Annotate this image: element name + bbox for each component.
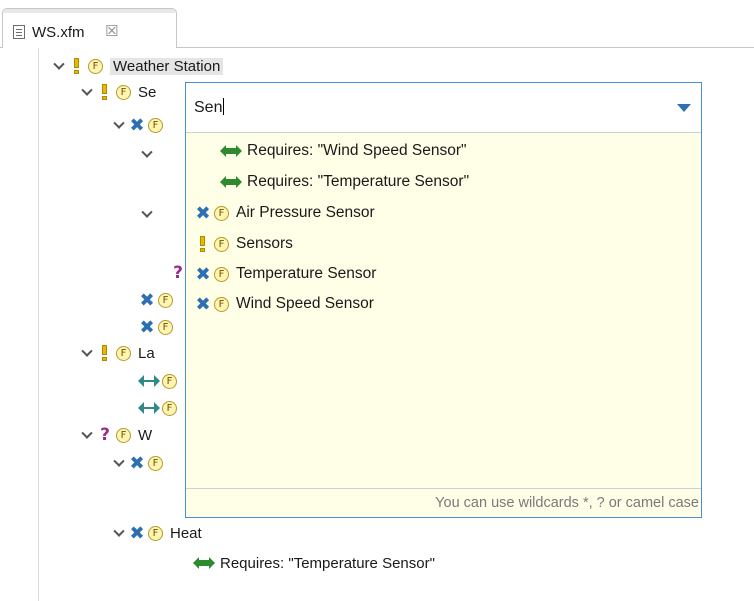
tree-label-w: W <box>138 426 153 444</box>
tree-label-root: Weather Station <box>110 57 224 75</box>
feature-icon: F <box>116 84 131 100</box>
tree-row-la[interactable]: F La <box>78 342 155 364</box>
tree-row-opt-a[interactable]: ✖ F <box>138 289 180 311</box>
result-label: Requires: "Temperature Sensor" <box>247 173 470 190</box>
optional-x-icon: ✖ <box>139 316 155 338</box>
editor-tab-bar: WS.xfm ☒ <box>0 0 754 48</box>
requires-arrow-icon <box>193 557 215 569</box>
tree-row-w-child[interactable]: ✖ F <box>110 452 170 474</box>
result-item[interactable]: ✖ F Air Pressure Sensor <box>194 200 375 226</box>
search-input[interactable]: Sen <box>186 83 701 133</box>
feature-icon: F <box>116 345 131 361</box>
requires-arrow-icon <box>220 145 242 157</box>
feature-icon: F <box>214 266 229 282</box>
tree-label-la: La <box>138 344 155 362</box>
optional-x-icon: ✖ <box>129 522 145 544</box>
feature-model-file-icon <box>13 25 25 39</box>
feature-icon: F <box>148 455 163 471</box>
editor-tab-ws[interactable]: WS.xfm ☒ <box>2 8 177 48</box>
optional-x-icon: ✖ <box>139 289 155 311</box>
tree-row-chevron-b[interactable] <box>138 203 156 225</box>
chevron-down-icon[interactable] <box>138 207 156 222</box>
chevron-down-icon[interactable] <box>78 85 96 100</box>
feature-icon: F <box>214 296 229 312</box>
result-item[interactable]: Requires: "Wind Speed Sensor" <box>220 138 467 164</box>
result-label: Sensors <box>236 235 293 252</box>
chevron-down-icon[interactable] <box>110 118 128 133</box>
result-item[interactable]: Requires: "Temperature Sensor" <box>220 169 469 195</box>
chevron-down-icon[interactable] <box>110 526 128 541</box>
feature-icon: F <box>214 236 229 252</box>
tree-row-root[interactable]: F Weather Station <box>50 55 224 77</box>
tree-row-heat[interactable]: ✖ F Heat <box>110 522 202 544</box>
tree-row-link-b[interactable]: F <box>138 397 184 419</box>
tab-title: WS.xfm <box>32 24 85 41</box>
result-item[interactable]: ✖ F Wind Speed Sensor <box>194 291 374 317</box>
tree-label-heat: Heat <box>170 524 202 542</box>
mandatory-exclamation-icon <box>96 343 114 363</box>
feature-icon: F <box>148 117 163 133</box>
tree-row-chevron-a[interactable] <box>138 143 156 165</box>
dropdown-triangle-icon[interactable] <box>677 104 691 112</box>
tree-row-link-a[interactable]: F <box>138 370 184 392</box>
feature-icon: F <box>116 427 131 443</box>
feature-icon: F <box>88 58 103 74</box>
chevron-down-icon[interactable] <box>50 59 68 74</box>
chevron-down-icon[interactable] <box>78 428 96 443</box>
feature-icon: F <box>162 400 177 416</box>
result-label: Wind Speed Sensor <box>236 295 374 312</box>
result-item[interactable]: F Sensors <box>194 231 293 257</box>
tree-label-sensors: Se <box>138 83 157 101</box>
feature-icon: F <box>162 373 177 389</box>
tree-row-opt-b[interactable]: ✖ F <box>138 316 180 338</box>
text-caret <box>223 98 225 115</box>
tree-row-child[interactable]: ✖ F <box>110 114 170 136</box>
result-label: Requires: "Wind Speed Sensor" <box>247 142 467 159</box>
mandatory-exclamation-icon <box>68 56 86 76</box>
editor-left-border <box>38 48 39 601</box>
optional-x-icon: ✖ <box>195 293 211 315</box>
optional-x-icon: ✖ <box>129 114 145 136</box>
mandatory-exclamation-icon <box>96 82 114 102</box>
bidirectional-arrow-icon <box>138 402 160 414</box>
requires-arrow-icon <box>220 176 242 188</box>
popup-footer: You can use wildcards *, ? or camel case <box>186 488 701 517</box>
feature-icon: F <box>214 205 229 221</box>
alternative-question-icon: ? <box>100 425 110 445</box>
feature-icon: F <box>148 525 163 541</box>
chevron-down-icon[interactable] <box>138 147 156 162</box>
search-query: Sen <box>194 99 223 116</box>
quick-search-popup: Sen Requires: "Wind Speed Sensor" Requir… <box>185 82 702 518</box>
result-label: Air Pressure Sensor <box>236 204 375 221</box>
close-icon[interactable]: ☒ <box>105 22 118 40</box>
tree-row-sensors[interactable]: F Se <box>78 81 156 103</box>
tree-row-heat-requires[interactable]: Requires: "Temperature Sensor" <box>193 552 435 574</box>
optional-x-icon: ✖ <box>195 263 211 285</box>
mandatory-exclamation-icon <box>194 234 212 254</box>
tree-label-heat-requires: Requires: "Temperature Sensor" <box>220 554 435 572</box>
feature-icon: F <box>158 319 173 335</box>
chevron-down-icon[interactable] <box>78 346 96 361</box>
result-label: Temperature Sensor <box>236 265 377 282</box>
tree-row-w[interactable]: ? F W <box>78 424 152 446</box>
optional-x-icon: ✖ <box>129 452 145 474</box>
wildcard-hint: You can use wildcards *, ? or camel case <box>435 495 699 511</box>
optional-x-icon: ✖ <box>195 202 211 224</box>
feature-icon: F <box>158 292 173 308</box>
chevron-down-icon[interactable] <box>110 456 128 471</box>
bidirectional-arrow-icon <box>138 375 160 387</box>
result-item[interactable]: ✖ F Temperature Sensor <box>194 261 376 287</box>
